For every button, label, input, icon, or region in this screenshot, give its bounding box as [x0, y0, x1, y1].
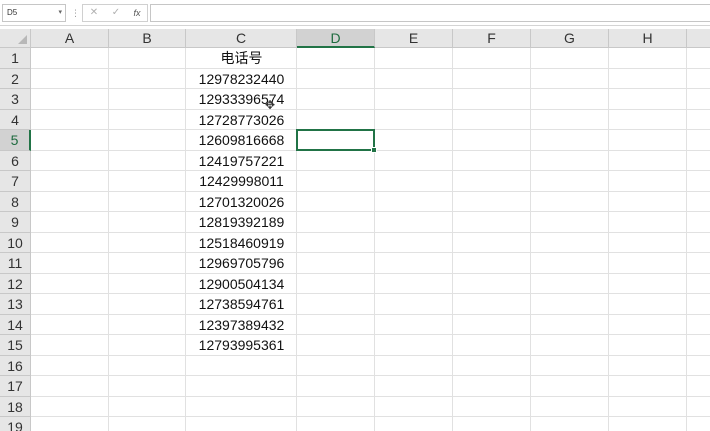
name-box-value: D5 [7, 8, 18, 17]
row-header-17[interactable]: 17 [0, 376, 31, 397]
cell-c15[interactable]: 12793995361 [186, 335, 297, 356]
name-box[interactable]: D5 ▾ [2, 4, 66, 22]
row-header-3[interactable]: 3 [0, 89, 31, 110]
row-header-10[interactable]: 10 [0, 232, 31, 253]
cell-c3[interactable]: 12933396574 [186, 89, 297, 110]
row-header-2[interactable]: 2 [0, 68, 31, 89]
formula-buttons: ✕ ✓ fx [82, 4, 148, 22]
column-gridline [530, 48, 531, 431]
cell-c10[interactable]: 12518460919 [186, 233, 297, 254]
cell-c8[interactable]: 12701320026 [186, 192, 297, 213]
row-header-18[interactable]: 18 [0, 396, 31, 417]
column-header-b[interactable]: B [109, 29, 186, 48]
column-header-a[interactable]: A [31, 29, 109, 48]
row-header-5[interactable]: 5 [0, 130, 31, 151]
insert-function-icon[interactable]: fx [129, 5, 145, 21]
row-header-19[interactable]: 19 [0, 417, 31, 431]
select-all-corner[interactable] [0, 29, 31, 48]
column-header-e[interactable]: E [375, 29, 453, 48]
column-header-d[interactable]: D [297, 29, 375, 48]
column-gridline [452, 48, 453, 431]
mouse-cursor-icon: ✥ [265, 98, 276, 112]
row-header-13[interactable]: 13 [0, 294, 31, 315]
cell-c6[interactable]: 12419757221 [186, 151, 297, 172]
row-header-8[interactable]: 8 [0, 191, 31, 212]
column-gridline [108, 48, 109, 431]
row-header-4[interactable]: 4 [0, 109, 31, 130]
select-all-triangle-icon [18, 35, 27, 44]
cell-c12[interactable]: 12900504134 [186, 274, 297, 295]
column-gridline [686, 48, 687, 431]
formula-bar: D5 ▾ ⋮ ✕ ✓ fx [0, 0, 710, 26]
row-header-9[interactable]: 9 [0, 212, 31, 233]
cell-c14[interactable]: 12397389432 [186, 315, 297, 336]
cell-c5[interactable]: 12609816668 [186, 130, 297, 151]
row-header-1[interactable]: 1 [0, 48, 31, 69]
row-header-16[interactable]: 16 [0, 355, 31, 376]
row-header-6[interactable]: 6 [0, 150, 31, 171]
row-header-7[interactable]: 7 [0, 171, 31, 192]
row-header-12[interactable]: 12 [0, 273, 31, 294]
column-header-overflow [687, 29, 710, 48]
drag-handle-icon[interactable]: ⋮ [71, 6, 80, 20]
row-header-11[interactable]: 11 [0, 253, 31, 274]
cell-c9[interactable]: 12819392189 [186, 212, 297, 233]
row-header-14[interactable]: 14 [0, 314, 31, 335]
cell-c2[interactable]: 12978232440 [186, 69, 297, 90]
fill-handle[interactable] [371, 146, 377, 153]
cell-c1[interactable]: 电话号 [186, 48, 297, 69]
spreadsheet-window: D5 ▾ ⋮ ✕ ✓ fx A B C D E F G H 1 2 3 4 5 6 7 8 9 10 11 12 13 1… [0, 0, 710, 431]
formula-input[interactable] [150, 4, 710, 22]
column-gridline [608, 48, 609, 431]
column-header-g[interactable]: G [531, 29, 609, 48]
column-header-c[interactable]: C [186, 29, 297, 48]
column-header-f[interactable]: F [453, 29, 531, 48]
cell-c4[interactable]: 12728773026 [186, 110, 297, 131]
column-header-h[interactable]: H [609, 29, 687, 48]
confirm-icon[interactable]: ✓ [108, 5, 124, 21]
cell-c7[interactable]: 12429998011 [186, 171, 297, 192]
cell-c11[interactable]: 12969705796 [186, 253, 297, 274]
chevron-down-icon[interactable]: ▾ [58, 5, 62, 21]
selected-cell-d5[interactable] [296, 129, 375, 151]
cancel-icon[interactable]: ✕ [86, 5, 102, 21]
cell-c13[interactable]: 12738594761 [186, 294, 297, 315]
column-gridline [374, 48, 375, 431]
row-header-15[interactable]: 15 [0, 335, 31, 356]
